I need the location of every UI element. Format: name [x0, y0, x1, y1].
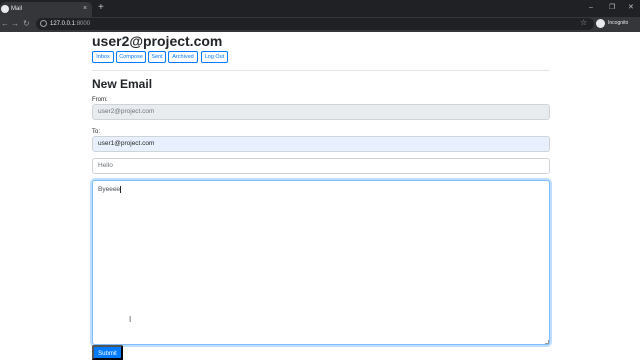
resize-grip-icon[interactable] [545, 340, 549, 344]
close-icon[interactable]: × [83, 4, 87, 13]
from-field: user2@project.com [92, 104, 550, 120]
subject-field[interactable]: Hello [92, 158, 550, 174]
star-icon[interactable]: ☆ [580, 18, 587, 28]
body-text: Byeeee [98, 186, 121, 194]
compose-button[interactable]: Compose [116, 51, 146, 63]
divider [92, 70, 550, 71]
submit-button[interactable]: Submit [92, 345, 123, 360]
restore-icon[interactable]: ❐ [609, 3, 615, 12]
reload-icon[interactable]: ↻ [23, 19, 30, 29]
to-field[interactable]: user1@project.com [92, 136, 550, 152]
compose-title: New Email [92, 77, 153, 91]
archived-button[interactable]: Archived [168, 51, 198, 63]
to-label: To: [92, 129, 101, 135]
incognito-label: Incognito [608, 20, 629, 26]
body-textarea[interactable]: Byeeee [92, 180, 550, 345]
favicon-icon [1, 5, 9, 13]
url-text: 127.0.0.1:8000 [50, 21, 91, 27]
back-icon[interactable]: ← [1, 19, 9, 29]
info-icon[interactable] [40, 20, 47, 27]
inbox-button[interactable]: Inbox [92, 51, 114, 63]
sent-button[interactable]: Sent [148, 51, 166, 63]
forward-icon[interactable]: → [11, 19, 19, 29]
browser-tab-strip: Mail × + – ❐ ✕ [0, 0, 640, 17]
minimize-icon[interactable]: – [589, 3, 593, 12]
browser-toolbar: ← → ↻ 127.0.0.1:8000 [0, 17, 640, 32]
text-cursor-icon: I [129, 315, 132, 324]
tab-title: Mail [11, 6, 23, 12]
window-close-icon[interactable]: ✕ [628, 3, 634, 12]
from-label: From: [92, 97, 108, 103]
plus-icon[interactable]: + [98, 3, 104, 13]
text-caret [120, 186, 122, 193]
logout-button[interactable]: Log Out [201, 51, 228, 63]
browser-tab[interactable]: Mail × [0, 2, 92, 17]
address-bar[interactable]: 127.0.0.1:8000 [36, 18, 594, 30]
user-email-heading: user2@project.com [92, 33, 223, 49]
incognito-icon[interactable] [596, 19, 605, 28]
